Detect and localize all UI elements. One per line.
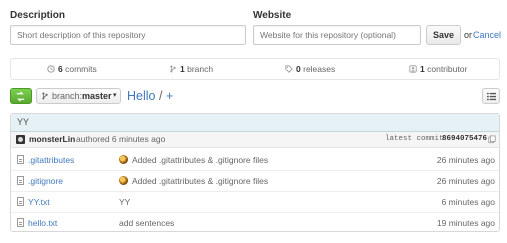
commits-stat[interactable]: 6 commits [47, 59, 97, 79]
repo-name-link[interactable]: Hello [127, 89, 156, 103]
emoji-icon [119, 155, 128, 164]
contributor-label: contributor [427, 64, 468, 74]
commits-count: 6 [58, 64, 63, 74]
releases-stat[interactable]: 0 releases [285, 59, 335, 79]
file-row-gitignore: .gitignore Added .gitattributes & .gitig… [11, 171, 499, 192]
website-input[interactable] [253, 25, 421, 45]
file-row-hello: hello.txt add sentences 19 minutes ago [11, 213, 499, 231]
file-name-link[interactable]: .gitattributes [28, 150, 74, 170]
branch-name: master [82, 91, 112, 101]
copy-sha-icon[interactable] [488, 135, 496, 144]
file-icon [17, 197, 24, 206]
contributor-count: 1 [420, 64, 425, 74]
history-icon [47, 65, 55, 73]
file-name-link[interactable]: .gitignore [28, 171, 63, 191]
file-age: 26 minutes ago [436, 155, 495, 165]
latest-commit-message[interactable]: YY [17, 114, 29, 131]
website-label: Website [253, 10, 292, 21]
branch-label: branch [187, 64, 214, 74]
commit-author[interactable]: monsterLin [29, 132, 75, 147]
branch-icon [42, 92, 48, 100]
commit-meta-bar: monsterLin authored 6 minutes ago latest… [11, 132, 499, 148]
file-name-link[interactable]: hello.txt [28, 213, 57, 231]
file-age: 19 minutes ago [436, 218, 495, 228]
latest-commit-header: YY [11, 114, 499, 132]
file-commit-message[interactable]: Added .gitattributes & .gitignore files [119, 171, 268, 191]
repo-stats-bar: 6 commits 1 branch 0 releases 1 contribu… [10, 58, 500, 80]
commit-authored-text: authored 6 minutes ago [76, 134, 166, 144]
file-commit-message[interactable]: Added .gitattributes & .gitignore files [119, 150, 268, 170]
branch-count: 1 [180, 64, 185, 74]
contributors-icon [409, 65, 417, 73]
path-separator: / [158, 89, 163, 103]
list-icon [487, 92, 496, 101]
contributors-stat[interactable]: 1 contributor [409, 59, 467, 79]
compare-arrows-icon [16, 91, 25, 102]
file-icon [17, 218, 24, 227]
branch-prefix: branch: [52, 91, 83, 101]
breadcrumb: Hello / + [127, 88, 173, 104]
releases-label: releases [303, 64, 336, 74]
latest-commit-label: latest commit [385, 135, 444, 143]
file-icon [17, 176, 24, 185]
add-file-link[interactable]: + [166, 89, 173, 103]
commit-sha-link[interactable]: 8694075476 [442, 132, 487, 147]
file-row-yy: YY.txt YY 6 minutes ago [11, 192, 499, 213]
save-button[interactable]: Save [426, 25, 461, 45]
file-commit-message[interactable]: add sentences [119, 213, 174, 231]
cancel-link[interactable]: Cancel [473, 30, 501, 40]
list-view-button[interactable] [482, 88, 500, 104]
or-text: or [464, 30, 473, 40]
file-age: 6 minutes ago [441, 197, 495, 207]
file-table: YY monsterLin authored 6 minutes ago lat… [10, 113, 500, 232]
tag-icon [285, 65, 293, 73]
file-commit-message[interactable]: YY [119, 192, 130, 212]
description-label: Description [10, 10, 66, 21]
file-name-link[interactable]: YY.txt [28, 192, 50, 212]
description-input[interactable] [10, 25, 246, 45]
emoji-icon [119, 176, 128, 185]
avatar[interactable] [16, 135, 25, 144]
chevron-down-icon: ▾ [113, 92, 117, 99]
branch-icon [170, 65, 176, 73]
file-icon [17, 155, 24, 164]
commits-label: commits [65, 64, 97, 74]
branch-selector[interactable]: branch: master ▾ [36, 88, 121, 104]
branches-stat[interactable]: 1 branch [169, 59, 213, 79]
releases-count: 0 [296, 64, 301, 74]
file-age: 26 minutes ago [436, 176, 495, 186]
file-row-gitattributes: .gitattributes Added .gitattributes & .g… [11, 150, 499, 171]
compare-button[interactable] [10, 88, 32, 104]
